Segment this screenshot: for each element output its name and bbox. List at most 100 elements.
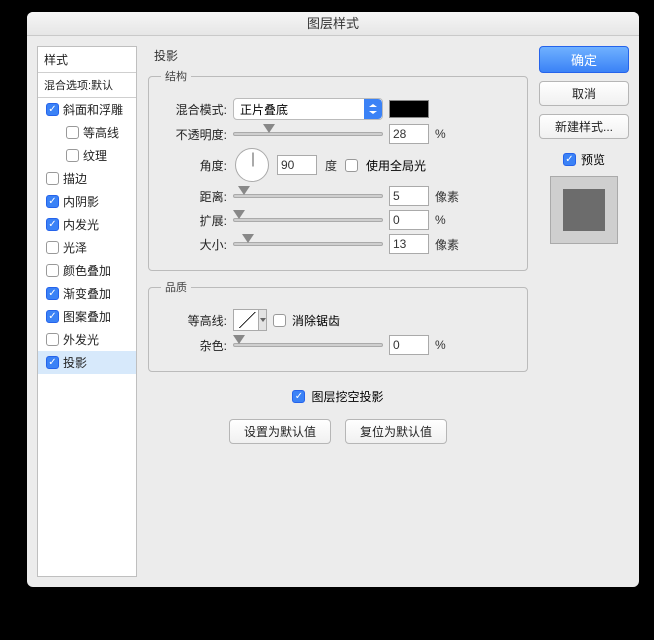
set-default-button[interactable]: 设置为默认值	[229, 419, 331, 444]
style-item-外发光[interactable]: 外发光	[38, 328, 136, 351]
distance-label: 距离:	[161, 188, 227, 205]
style-item-描边[interactable]: 描边	[38, 167, 136, 190]
size-unit: 像素	[435, 236, 459, 253]
structure-group: 结构 混合模式: 正片叠底 不透明度: % 角度:	[148, 68, 528, 271]
preview-checkbox-row: 预览	[563, 151, 605, 168]
spread-label: 扩展:	[161, 212, 227, 229]
style-item-图案叠加[interactable]: 图案叠加	[38, 305, 136, 328]
style-item-内发光[interactable]: 内发光	[38, 213, 136, 236]
layer-style-dialog: 图层样式 样式 混合选项:默认 斜面和浮雕等高线纹理描边内阴影内发光光泽颜色叠加…	[27, 12, 639, 587]
quality-legend: 品质	[161, 279, 191, 295]
style-item-内阴影[interactable]: 内阴影	[38, 190, 136, 213]
contour-row: 等高线: 消除锯齿	[161, 309, 515, 331]
right-buttons: 确定 取消 新建样式... 预览	[539, 46, 629, 577]
global-light-checkbox[interactable]	[345, 159, 358, 172]
angle-unit: 度	[325, 157, 337, 174]
style-item-label: 图案叠加	[63, 308, 111, 325]
style-item-label: 等高线	[83, 124, 119, 141]
preview-checkbox[interactable]	[563, 153, 576, 166]
chevron-down-icon	[258, 310, 266, 330]
opacity-row: 不透明度: %	[161, 124, 515, 144]
antialias-checkbox[interactable]	[273, 314, 286, 327]
knockout-checkbox[interactable]	[292, 390, 305, 403]
style-checkbox[interactable]	[46, 264, 59, 277]
style-item-渐变叠加[interactable]: 渐变叠加	[38, 282, 136, 305]
size-row: 大小: 像素	[161, 234, 515, 254]
style-item-label: 外发光	[63, 331, 99, 348]
cancel-button[interactable]: 取消	[539, 81, 629, 106]
knockout-label: 图层挖空投影	[311, 388, 383, 405]
spread-slider[interactable]	[233, 212, 383, 228]
noise-row: 杂色: %	[161, 335, 515, 355]
style-checkbox[interactable]	[66, 149, 79, 162]
angle-row: 角度: 度 使用全局光	[161, 148, 515, 182]
contour-picker[interactable]	[233, 309, 267, 331]
blendmode-row: 混合模式: 正片叠底	[161, 98, 515, 120]
style-checkbox[interactable]	[46, 172, 59, 185]
style-item-label: 颜色叠加	[63, 262, 111, 279]
blendmode-select[interactable]: 正片叠底	[233, 98, 383, 120]
noise-slider[interactable]	[233, 337, 383, 353]
size-input[interactable]	[389, 234, 429, 254]
style-checkbox[interactable]	[46, 195, 59, 208]
style-item-label: 光泽	[63, 239, 87, 256]
knockout-row: 图层挖空投影	[148, 388, 528, 405]
opacity-slider[interactable]	[233, 126, 383, 142]
distance-row: 距离: 像素	[161, 186, 515, 206]
opacity-input[interactable]	[389, 124, 429, 144]
style-item-label: 纹理	[83, 147, 107, 164]
reset-default-button[interactable]: 复位为默认值	[345, 419, 447, 444]
blendmode-label: 混合模式:	[161, 101, 227, 118]
style-item-label: 描边	[63, 170, 87, 187]
style-item-投影[interactable]: 投影	[38, 351, 136, 374]
ok-button[interactable]: 确定	[539, 46, 629, 73]
style-checkbox[interactable]	[66, 126, 79, 139]
angle-input[interactable]	[277, 155, 317, 175]
opacity-unit: %	[435, 127, 446, 141]
noise-label: 杂色:	[161, 337, 227, 354]
panel-heading: 投影	[154, 47, 528, 64]
structure-legend: 结构	[161, 68, 191, 84]
distance-slider[interactable]	[233, 188, 383, 204]
style-item-label: 投影	[63, 354, 87, 371]
size-label: 大小:	[161, 236, 227, 253]
new-style-button[interactable]: 新建样式...	[539, 114, 629, 139]
distance-input[interactable]	[389, 186, 429, 206]
distance-unit: 像素	[435, 188, 459, 205]
chevron-updown-icon	[364, 99, 382, 119]
window-title: 图层样式	[27, 12, 639, 36]
shadow-color-swatch[interactable]	[389, 100, 429, 118]
style-checkbox[interactable]	[46, 356, 59, 369]
noise-unit: %	[435, 338, 446, 352]
antialias-label: 消除锯齿	[292, 312, 340, 329]
opacity-label: 不透明度:	[161, 126, 227, 143]
style-item-纹理[interactable]: 纹理	[38, 144, 136, 167]
style-checkbox[interactable]	[46, 310, 59, 323]
spread-input[interactable]	[389, 210, 429, 230]
global-light-label: 使用全局光	[366, 157, 426, 174]
style-item-斜面和浮雕[interactable]: 斜面和浮雕	[38, 98, 136, 121]
styles-header[interactable]: 样式	[38, 47, 136, 73]
contour-label: 等高线:	[161, 312, 227, 329]
blendmode-value: 正片叠底	[240, 101, 288, 118]
style-checkbox[interactable]	[46, 287, 59, 300]
style-item-label: 渐变叠加	[63, 285, 111, 302]
blending-options[interactable]: 混合选项:默认	[38, 73, 136, 98]
angle-dial[interactable]	[235, 148, 269, 182]
quality-group: 品质 等高线: 消除锯齿 杂色: %	[148, 279, 528, 372]
style-item-光泽[interactable]: 光泽	[38, 236, 136, 259]
noise-input[interactable]	[389, 335, 429, 355]
style-item-label: 斜面和浮雕	[63, 101, 123, 118]
style-checkbox[interactable]	[46, 241, 59, 254]
angle-label: 角度:	[161, 157, 227, 174]
main-panel: 投影 结构 混合模式: 正片叠底 不透明度: %	[147, 46, 529, 577]
style-checkbox[interactable]	[46, 103, 59, 116]
style-item-等高线[interactable]: 等高线	[38, 121, 136, 144]
styles-list: 样式 混合选项:默认 斜面和浮雕等高线纹理描边内阴影内发光光泽颜色叠加渐变叠加图…	[37, 46, 137, 577]
style-item-label: 内阴影	[63, 193, 99, 210]
style-checkbox[interactable]	[46, 218, 59, 231]
preview-box	[550, 176, 618, 244]
style-checkbox[interactable]	[46, 333, 59, 346]
style-item-颜色叠加[interactable]: 颜色叠加	[38, 259, 136, 282]
size-slider[interactable]	[233, 236, 383, 252]
